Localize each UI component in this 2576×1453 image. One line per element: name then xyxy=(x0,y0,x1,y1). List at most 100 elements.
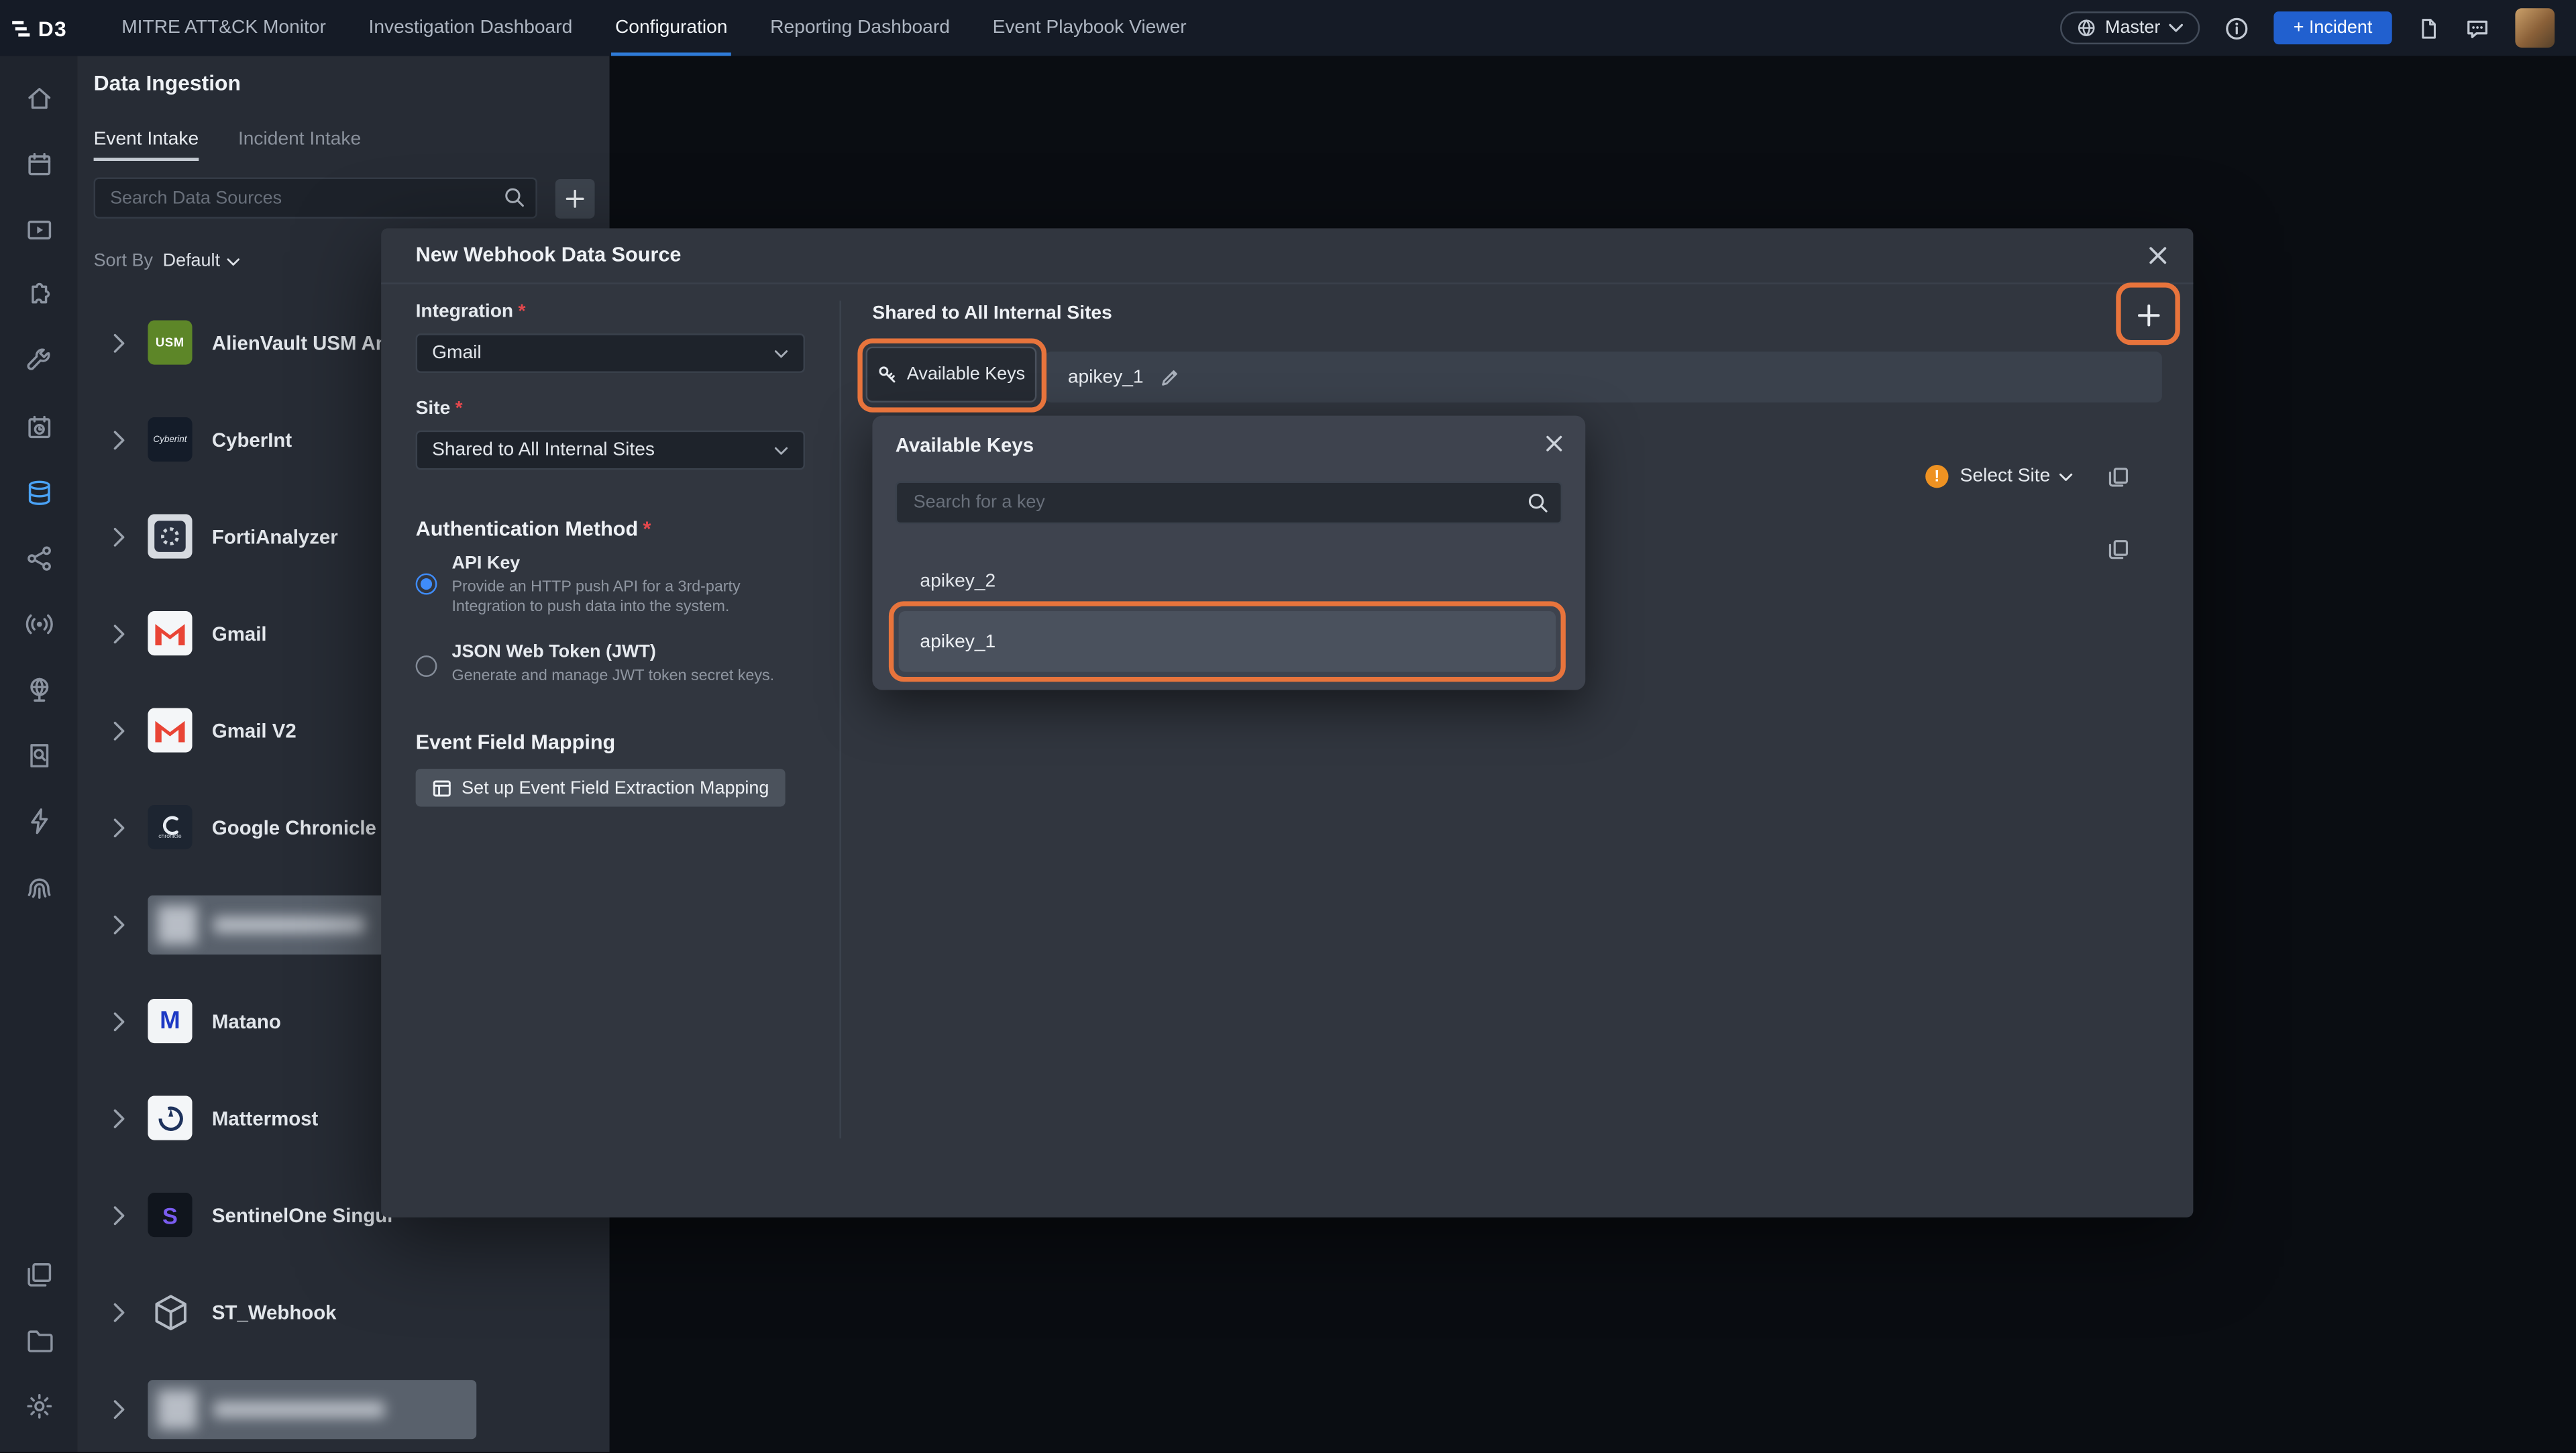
nav-reporting-dashboard[interactable]: Reporting Dashboard xyxy=(749,0,971,56)
fortianalyzer-logo xyxy=(148,515,192,559)
sort-by-label: Sort By xyxy=(94,252,153,271)
tab-incident-intake[interactable]: Incident Intake xyxy=(238,129,361,161)
chevron-right-icon[interactable] xyxy=(112,527,131,546)
event-field-mapping-heading: Event Field Mapping xyxy=(416,731,616,754)
radio-selected-icon[interactable] xyxy=(416,574,437,595)
search-row xyxy=(94,177,595,218)
nav-mitre-attck-monitor[interactable]: MITRE ATT&CK Monitor xyxy=(100,0,347,56)
integration-select-value: Gmail xyxy=(432,343,482,363)
integration-select[interactable]: Gmail xyxy=(416,333,805,373)
report-search-icon[interactable] xyxy=(0,723,77,789)
chevron-right-icon[interactable] xyxy=(112,1108,131,1128)
key-search-input[interactable] xyxy=(896,482,1562,525)
new-webhook-data-source-modal: New Webhook Data Source Integration* Gma… xyxy=(381,228,2193,1217)
radio-unselected-icon[interactable] xyxy=(416,655,437,677)
chevron-right-icon[interactable] xyxy=(112,333,131,352)
list-item-redacted[interactable] xyxy=(77,1360,609,1452)
list-item-st-webhook[interactable]: ST_Webhook xyxy=(77,1263,609,1360)
gmail-logo xyxy=(148,708,192,753)
info-icon[interactable] xyxy=(2224,15,2249,40)
chevron-right-icon[interactable] xyxy=(112,1302,131,1322)
required-asterisk: * xyxy=(455,399,463,419)
search-icon xyxy=(1526,491,1549,523)
modal-header-divider xyxy=(381,282,2193,284)
search-box xyxy=(94,177,537,218)
close-icon[interactable] xyxy=(1544,434,1564,453)
chevron-right-icon[interactable] xyxy=(112,429,131,449)
key-option-apikey1[interactable]: apikey_1 xyxy=(899,611,1556,672)
copy-icon[interactable] xyxy=(2108,466,2129,487)
broadcast-icon[interactable] xyxy=(0,592,77,657)
intake-tabs: Event Intake Incident Intake xyxy=(94,129,362,161)
key-option-apikey2[interactable]: apikey_2 xyxy=(920,572,996,591)
page-title: Data Ingestion xyxy=(94,70,241,95)
playbook-monitor-icon[interactable] xyxy=(0,197,77,263)
chat-icon[interactable] xyxy=(2464,15,2490,40)
popup-search-box xyxy=(896,482,1562,525)
close-icon[interactable] xyxy=(2147,245,2169,266)
auth-option-api-key[interactable]: API Key Provide an HTTP push API for a 3… xyxy=(416,553,789,618)
link-analysis-icon[interactable] xyxy=(0,526,77,592)
multi-window-icon[interactable] xyxy=(0,1242,77,1307)
gmail-logo xyxy=(148,611,192,655)
user-avatar[interactable] xyxy=(2515,8,2555,48)
web-globe-icon[interactable] xyxy=(0,657,77,723)
site-select-value: Shared to All Internal Sites xyxy=(432,440,655,460)
shared-sites-heading: Shared to All Internal Sites xyxy=(872,304,1112,323)
jwt-description: Generate and manage JWT token secret key… xyxy=(451,667,788,687)
webhook-cube-icon xyxy=(148,1289,192,1334)
nav-investigation-dashboard[interactable]: Investigation Dashboard xyxy=(347,0,594,56)
select-site-dropdown[interactable]: Select Site xyxy=(1960,467,2074,486)
file-manager-icon[interactable] xyxy=(0,1307,77,1373)
auth-option-jwt[interactable]: JSON Web Token (JWT) Generate and manage… xyxy=(416,643,789,688)
chevron-right-icon[interactable] xyxy=(112,1399,131,1418)
jwt-label: JSON Web Token (JWT) xyxy=(451,643,788,662)
chevron-right-icon[interactable] xyxy=(112,817,131,837)
automation-lightning-icon[interactable] xyxy=(0,789,77,855)
search-icon xyxy=(502,186,525,217)
d3-logo[interactable]: D3 xyxy=(0,15,77,40)
edit-pencil-icon[interactable] xyxy=(1160,367,1179,386)
chevron-right-icon[interactable] xyxy=(112,720,131,740)
add-data-source-button[interactable] xyxy=(555,178,595,218)
add-key-button[interactable] xyxy=(2127,294,2170,337)
chevron-down-icon xyxy=(2169,23,2184,33)
sort-row: Sort By Default xyxy=(94,252,240,271)
nav-configuration[interactable]: Configuration xyxy=(594,0,749,56)
webhook-row-url xyxy=(2108,539,2129,560)
fingerprint-icon[interactable] xyxy=(0,854,77,920)
chevron-right-icon[interactable] xyxy=(112,1011,131,1030)
data-ingestion-icon[interactable] xyxy=(0,460,77,526)
chevron-right-icon[interactable] xyxy=(112,623,131,643)
document-icon[interactable] xyxy=(2416,15,2439,40)
cyberint-logo: Cyberint xyxy=(148,417,192,462)
api-key-label: API Key xyxy=(451,553,788,573)
d3-logo-text: D3 xyxy=(38,15,67,40)
chevron-right-icon[interactable] xyxy=(112,914,131,934)
integrations-puzzle-icon[interactable] xyxy=(0,263,77,329)
nav-event-playbook-viewer[interactable]: Event Playbook Viewer xyxy=(971,0,1208,56)
settings-gear-icon[interactable] xyxy=(0,1373,77,1439)
api-key-description: Provide an HTTP push API for a 3rd-party… xyxy=(451,578,788,618)
available-keys-button[interactable]: Available Keys xyxy=(866,347,1037,402)
sort-order-select[interactable]: Default xyxy=(163,252,240,271)
selected-key-field[interactable]: apikey_1 xyxy=(1045,352,2162,402)
main-nav: MITRE ATT&CK Monitor Investigation Dashb… xyxy=(100,0,1208,56)
utility-wrench-icon[interactable] xyxy=(0,329,77,394)
site-select[interactable]: Shared to All Internal Sites xyxy=(416,431,805,470)
site-selector-master[interactable]: Master xyxy=(2061,11,2200,44)
tab-event-intake[interactable]: Event Intake xyxy=(94,129,199,161)
setup-field-mapping-button[interactable]: Set up Event Field Extraction Mapping xyxy=(416,769,786,806)
copy-icon[interactable] xyxy=(2108,539,2129,560)
chevron-right-icon[interactable] xyxy=(112,1205,131,1224)
chevron-down-icon xyxy=(773,446,788,454)
required-asterisk: * xyxy=(643,517,651,540)
search-data-sources-input[interactable] xyxy=(94,177,537,218)
globe-icon xyxy=(2077,18,2096,38)
sort-value-text: Default xyxy=(163,252,220,271)
new-incident-button[interactable]: + Incident xyxy=(2273,11,2392,44)
home-icon[interactable] xyxy=(0,66,77,131)
authentication-method-heading: Authentication Method* xyxy=(416,517,651,540)
schedule-icon[interactable] xyxy=(0,394,77,460)
calendar-icon[interactable] xyxy=(0,131,77,197)
